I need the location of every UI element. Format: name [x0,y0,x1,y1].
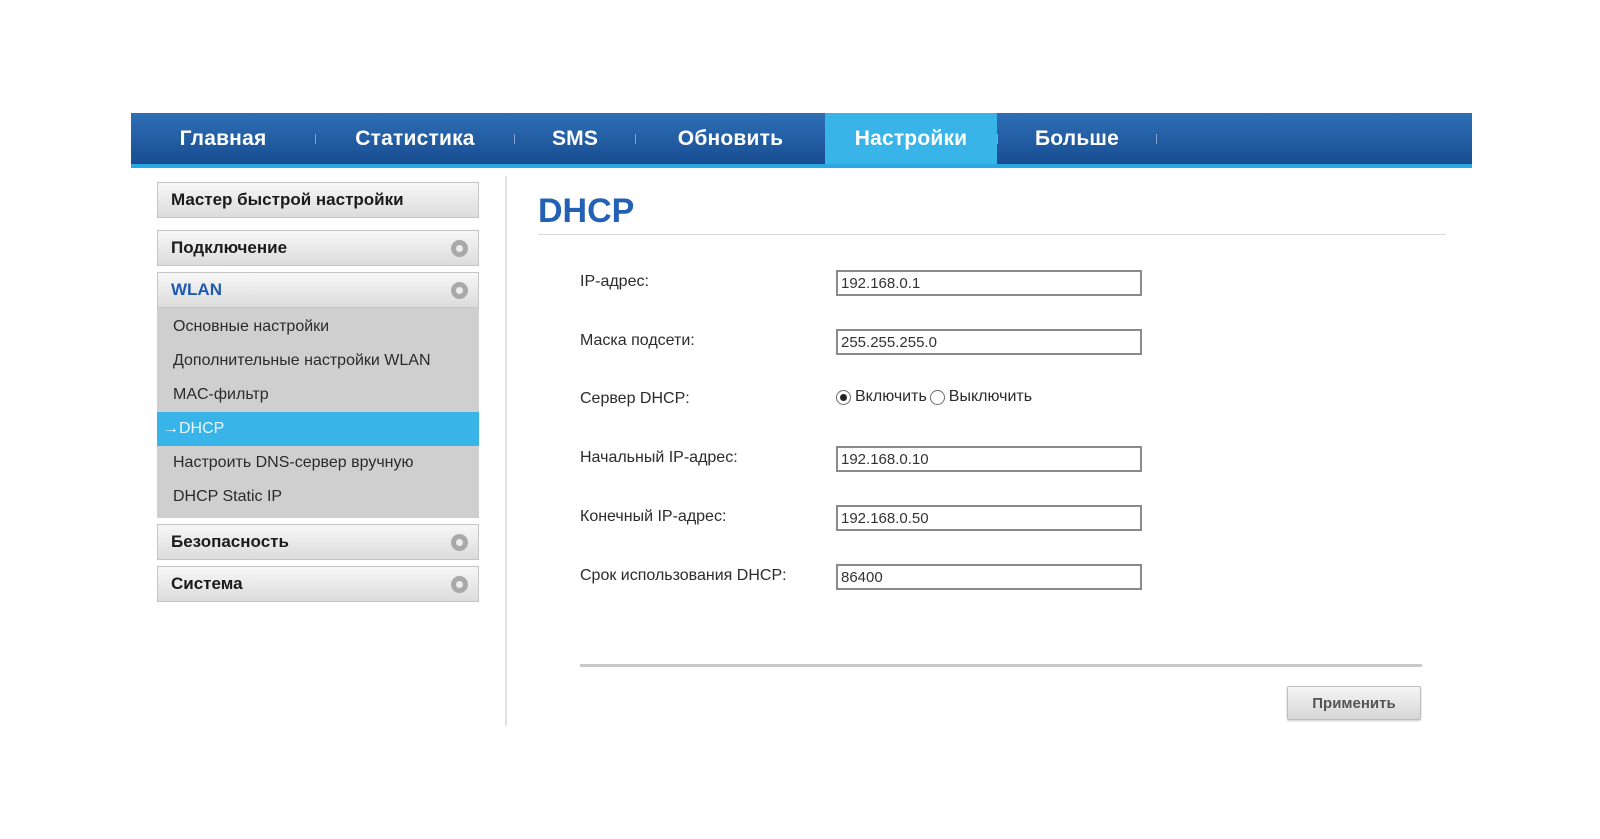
ip-address-label: IP-адрес: [580,273,649,290]
end-ip-label: Конечный IP-адрес: [580,508,727,525]
subnet-mask-row: Маска подсети: [580,329,1280,355]
sidebar-subitem-dns-manual[interactable]: Настроить DNS-сервер вручную [157,446,479,480]
sidebar-subitem-dhcp[interactable]: → DHCP [157,412,479,446]
sidebar-item-label: Система [171,574,243,593]
tab-home[interactable]: Главная [131,113,315,164]
sidebar-item-system[interactable]: Система [157,566,479,602]
lease-time-label: Срок использования DHCP: [580,567,787,584]
tab-settings[interactable]: Настройки [825,113,997,164]
sidebar-subitem-dhcp-static-ip[interactable]: DHCP Static IP [157,480,479,514]
apply-button[interactable]: Применить [1287,686,1421,720]
start-ip-label: Начальный IP-адрес: [580,449,738,466]
ip-address-input[interactable] [836,270,1142,296]
lease-time-row: Срок использования DHCP: [580,564,1280,590]
dhcp-enable-radio[interactable] [836,389,851,405]
sidebar-subitem-mac-filter[interactable]: MAC-фильтр [157,378,479,412]
sidebar-item-connection[interactable]: Подключение [157,230,479,266]
dhcp-server-radio-group: Включить Выключить [836,388,1035,406]
dhcp-enable-label[interactable]: Включить [855,388,927,406]
expand-circle-icon [451,239,468,257]
sidebar-item-label: Безопасность [171,532,289,551]
sidebar-item-security[interactable]: Безопасность [157,524,479,560]
tab-statistics[interactable]: Статистика [316,113,514,164]
start-ip-input[interactable] [836,446,1142,472]
nav-separator [1156,133,1157,144]
expand-circle-icon [451,281,468,299]
sidebar-item-label: WLAN [171,280,222,299]
sidebar-subitem-basic-settings[interactable]: Основные настройки [157,310,479,344]
sidebar-item-label: Мастер быстрой настройки [171,190,404,209]
start-ip-row: Начальный IP-адрес: [580,446,1280,472]
content-divider [505,176,507,726]
subnet-mask-input[interactable] [836,329,1142,355]
sidebar-subitem-advanced-wlan[interactable]: Дополнительные настройки WLAN [157,344,479,378]
end-ip-row: Конечный IP-адрес: [580,505,1280,531]
subnet-mask-label: Маска подсети: [580,332,695,349]
sidebar-item-wlan[interactable]: WLAN [157,272,479,308]
expand-circle-icon [451,575,468,593]
dhcp-server-label: Сервер DHCP: [580,390,690,407]
dhcp-disable-label[interactable]: Выключить [949,388,1032,406]
dhcp-server-row: Сервер DHCP: Включить Выключить [580,387,1280,413]
expand-circle-icon [451,533,468,551]
page-title: DHCP [538,192,635,230]
sidebar: Мастер быстрой настройки Подключение WLA… [157,182,479,602]
title-divider [538,234,1446,235]
sidebar-item-quick-setup[interactable]: Мастер быстрой настройки [157,182,479,218]
sidebar-subitem-label: DHCP [179,420,225,437]
sidebar-item-label: Подключение [171,238,288,257]
end-ip-input[interactable] [836,505,1142,531]
tab-update[interactable]: Обновить [636,113,825,164]
ip-address-row: IP-адрес: [580,270,1280,296]
tab-sms[interactable]: SMS [515,113,635,164]
tab-more[interactable]: Больше [998,113,1156,164]
form-divider [580,664,1422,667]
arrow-right-icon: → [163,420,179,437]
dhcp-disable-radio[interactable] [929,389,945,405]
wlan-submenu: Основные настройки Дополнительные настро… [157,308,479,518]
lease-time-input[interactable] [836,564,1142,590]
top-nav: Главная Статистика SMS Обновить Настройк… [131,113,1472,168]
